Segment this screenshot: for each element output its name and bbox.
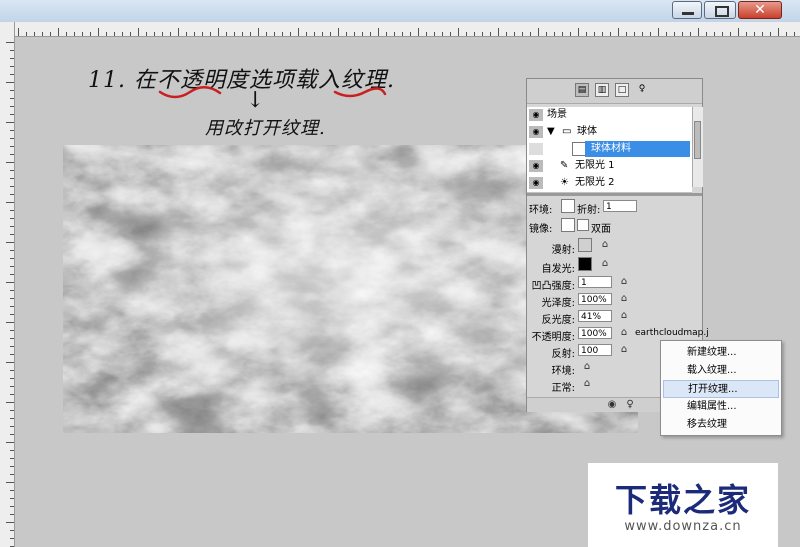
menu-item-new-texture[interactable]: 新建纹理... (663, 344, 779, 362)
light-toggle-icon[interactable]: ♀ (623, 399, 637, 411)
texture-folder-icon[interactable]: ⌂ (598, 258, 612, 270)
tree-item-light-2[interactable]: ◉ ☀ 无限光 2 (527, 175, 692, 193)
mesh-icon: ▭ (562, 126, 572, 137)
watermark-logo-text: 下载之家 (614, 481, 751, 519)
watermark: 下载之家 www.downza.cn (588, 463, 778, 547)
visibility-eye-icon[interactable]: ◉ (529, 109, 543, 121)
texture-folder-icon[interactable]: ⌂ (617, 293, 631, 305)
material-icon (572, 142, 586, 156)
underline-texture (333, 87, 387, 98)
underline-opacity (158, 86, 222, 99)
specular-color-swatch[interactable] (561, 218, 575, 232)
refraction-input[interactable]: 1 (603, 200, 637, 212)
menu-item-load-texture[interactable]: 载入纹理... (663, 362, 779, 380)
texture-folder-icon[interactable]: ⌂ (598, 239, 612, 251)
texture-folder-icon[interactable]: ⌂ (580, 361, 594, 373)
expand-triangle-icon[interactable]: ▼ (547, 124, 555, 140)
texture-folder-icon[interactable]: ⌂ (617, 344, 631, 356)
scene-filter-icon[interactable]: ▤ (575, 83, 589, 97)
opacity-input[interactable]: 100% (578, 327, 612, 339)
watermark-url: www.downza.cn (624, 519, 742, 534)
menu-item-remove-texture[interactable]: 移去纹理 (663, 416, 779, 434)
material-filter-icon[interactable]: □ (615, 83, 629, 97)
light-icon: ✎ (560, 160, 569, 171)
mesh-filter-icon[interactable]: ▥ (595, 83, 609, 97)
double-sided-checkbox[interactable] (577, 219, 589, 231)
visibility-eye-icon[interactable]: ◉ (529, 126, 543, 138)
sun-icon: ☀ (560, 177, 569, 188)
opacity-texture-filename: earthcloudmap.j (635, 328, 709, 338)
texture-folder-icon[interactable]: ⌂ (580, 378, 594, 390)
tree-item-sphere-material[interactable]: 球体材料 (527, 141, 692, 159)
texture-context-menu: 新建纹理... 载入纹理... 打开纹理... 编辑属性... 移去纹理 (660, 340, 782, 436)
visibility-eye-icon[interactable] (529, 143, 543, 155)
menu-item-edit-properties[interactable]: 编辑属性... (663, 398, 779, 416)
reflect-input[interactable]: 100 (578, 344, 612, 356)
diffuse-color-swatch[interactable] (578, 238, 592, 252)
self-illum-color-swatch[interactable] (578, 257, 592, 271)
visibility-eye-icon[interactable]: ◉ (529, 177, 543, 189)
tree-item-scene[interactable]: ◉ 场景 (527, 107, 692, 125)
tree-item-light-1[interactable]: ◉ ✎ 无限光 1 (527, 158, 692, 176)
tree-item-sphere[interactable]: ◉ ▼ ▭ 球体 (527, 124, 692, 142)
texture-folder-icon[interactable]: ⌂ (617, 310, 631, 322)
menu-item-open-texture[interactable]: 打开纹理... (663, 380, 779, 398)
bump-input[interactable]: 1 (578, 276, 612, 288)
panel-toolbar: ▤ ▥ □ ♀ (527, 79, 702, 104)
shine-input[interactable]: 41% (578, 310, 612, 322)
texture-folder-icon[interactable]: ⌂ (617, 327, 631, 339)
light-filter-icon[interactable]: ♀ (635, 83, 649, 97)
texture-folder-icon[interactable]: ⌂ (617, 276, 631, 288)
ambient-color-swatch[interactable] (561, 199, 575, 213)
gloss-input[interactable]: 100% (578, 293, 612, 305)
eye-toggle-icon[interactable]: ◉ (605, 399, 619, 411)
visibility-eye-icon[interactable]: ◉ (529, 160, 543, 172)
panel-divider[interactable] (527, 193, 702, 196)
tree-scrollbar[interactable] (692, 107, 703, 187)
